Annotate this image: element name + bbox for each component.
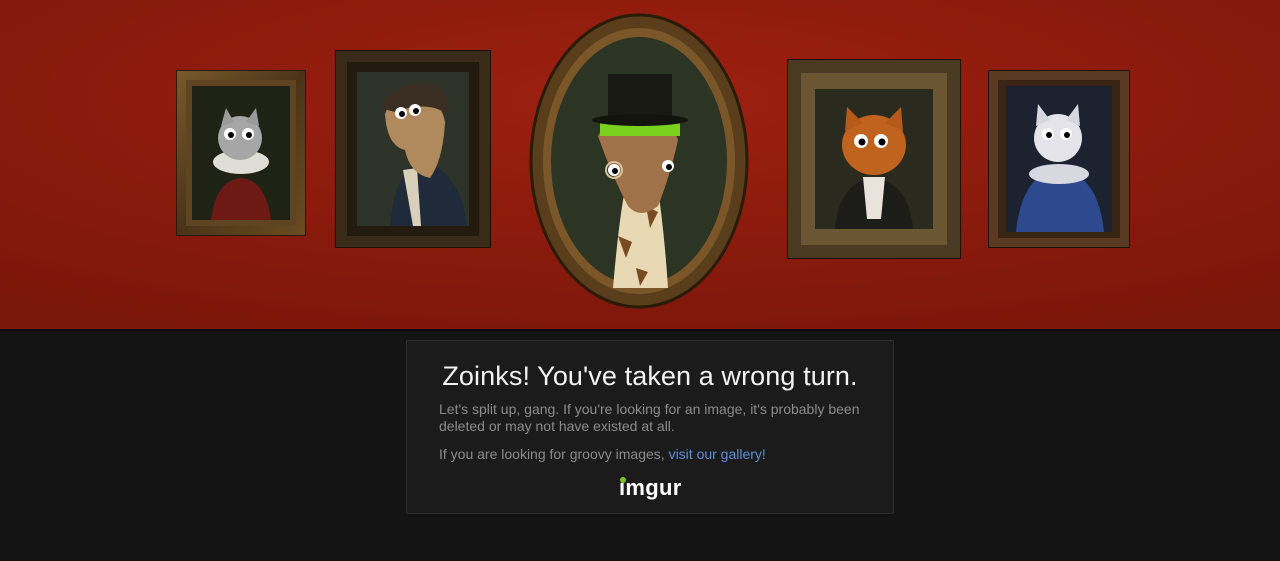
error-panel: Zoinks! You've taken a wrong turn. Let's… <box>406 340 894 514</box>
orange-cat-portrait <box>787 59 961 259</box>
gallery-suggestion: If you are looking for groovy images, vi… <box>439 446 869 463</box>
visit-gallery-link[interactable]: visit our gallery! <box>669 446 766 462</box>
imgur-logo[interactable]: imgur <box>619 475 682 501</box>
giraffe-portrait <box>528 6 750 312</box>
imgur-logo-text: imgur <box>619 475 682 500</box>
error-title: Zoinks! You've taken a wrong turn. <box>442 361 858 391</box>
logo-dot <box>620 477 626 483</box>
white-cat-portrait <box>988 70 1130 248</box>
banner-divider <box>0 329 1280 331</box>
portrait-gallery-banner <box>0 0 1280 329</box>
gallery-suggestion-text: If you are looking for groovy images, <box>439 446 669 462</box>
grey-cat-portrait <box>176 70 306 236</box>
horse-portrait <box>335 50 491 248</box>
error-message: Let's split up, gang. If you're looking … <box>439 401 860 434</box>
